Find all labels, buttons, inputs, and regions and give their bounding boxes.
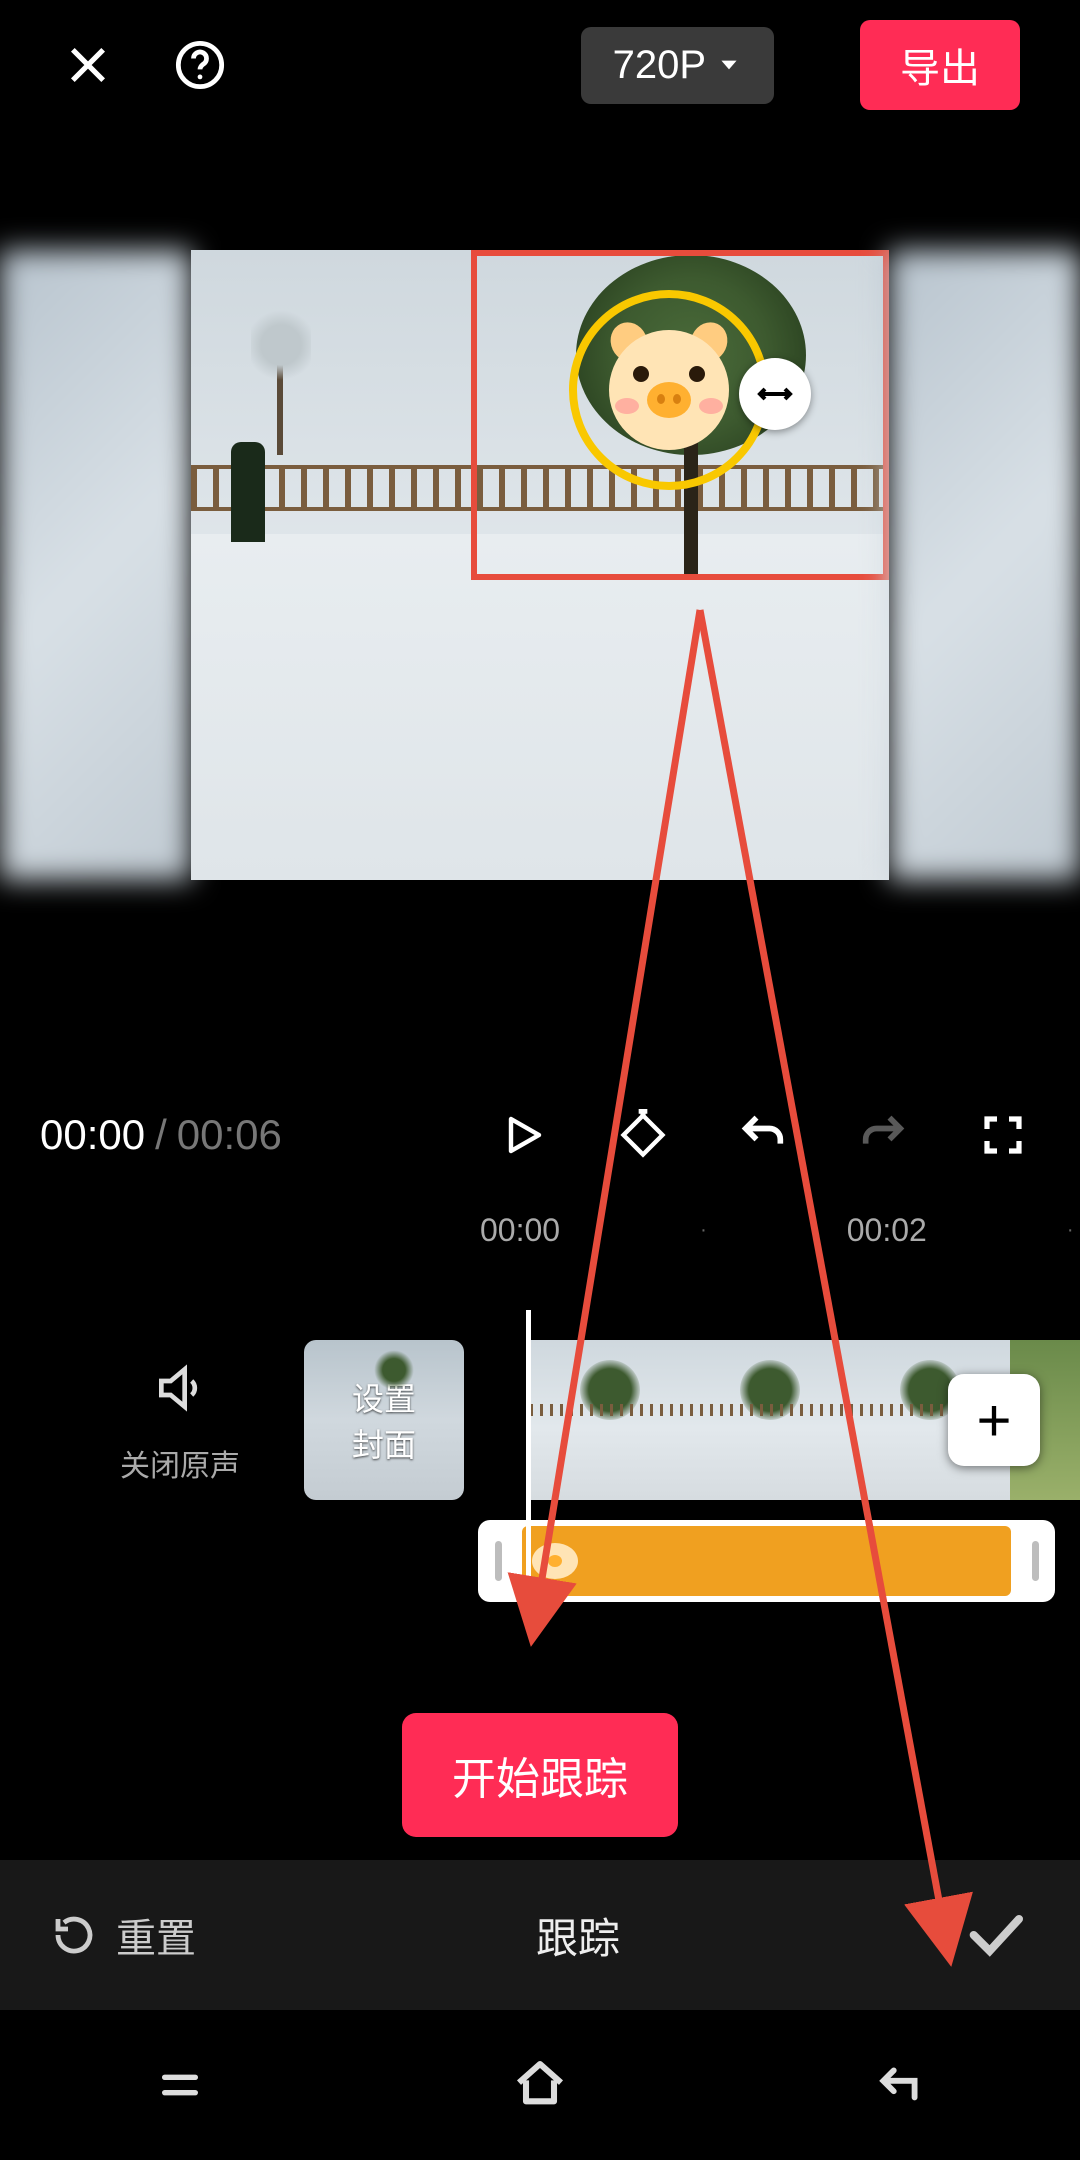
clip-thumb[interactable] <box>530 1340 690 1500</box>
playback-bar: 00:00 / 00:06 <box>0 1070 1080 1200</box>
preview-blur-left <box>0 250 191 880</box>
undo-icon[interactable] <box>736 1108 790 1162</box>
video-preview[interactable] <box>0 250 1080 880</box>
preview-blur-right <box>889 250 1080 880</box>
cover-label-2: 封面 <box>352 1420 416 1466</box>
sticker-clip-body[interactable] <box>522 1526 1011 1596</box>
keyframe-icon[interactable] <box>616 1108 670 1162</box>
confirm-button[interactable] <box>960 1900 1030 1970</box>
sticker-track-clip[interactable] <box>478 1520 1055 1602</box>
check-icon <box>963 1903 1027 1967</box>
preview-main[interactable] <box>191 250 889 880</box>
resolution-button[interactable]: 720P <box>581 27 774 104</box>
timeline-ruler: 00:00 · 00:02 · <box>0 1200 1080 1260</box>
ruler-dot: · <box>1067 1219 1074 1242</box>
help-icon[interactable] <box>172 37 228 93</box>
start-tracking-button[interactable]: 开始跟踪 <box>402 1713 678 1837</box>
pig-sticker-icon <box>532 1543 578 1579</box>
playhead[interactable] <box>526 1310 531 1580</box>
ruler-mark: 00:00 <box>480 1212 560 1249</box>
time-separator: / <box>155 1111 167 1159</box>
action-area: 开始跟踪 <box>0 1690 1080 1860</box>
resize-handle-icon[interactable] <box>739 358 811 430</box>
set-cover-button[interactable]: 设置 封面 <box>304 1340 464 1500</box>
current-time: 00:00 <box>40 1111 145 1159</box>
export-button[interactable]: 导出 <box>860 20 1020 110</box>
nav-home-icon[interactable] <box>500 2055 580 2115</box>
redo-icon[interactable] <box>856 1108 910 1162</box>
timeline[interactable]: 关闭原声 设置 封面 + <box>0 1310 1080 1580</box>
panel-title: 跟踪 <box>196 1905 960 1966</box>
close-icon[interactable] <box>60 37 116 93</box>
clip-thumb[interactable] <box>690 1340 850 1500</box>
mute-audio-button[interactable]: 关闭原声 <box>120 1360 240 1485</box>
play-icon[interactable] <box>496 1108 550 1162</box>
pig-sticker[interactable] <box>599 320 739 460</box>
clip-handle-left[interactable] <box>478 1531 518 1591</box>
reset-button[interactable]: 重置 <box>50 1906 196 1964</box>
nav-menu-icon[interactable] <box>140 2055 220 2115</box>
ruler-mark: 00:02 <box>847 1212 927 1249</box>
resolution-label: 720P <box>613 43 706 88</box>
add-clip-button[interactable]: + <box>948 1374 1040 1466</box>
fullscreen-icon[interactable] <box>976 1108 1030 1162</box>
reset-label: 重置 <box>116 1906 196 1964</box>
top-toolbar: 720P 导出 <box>0 0 1080 130</box>
mute-label: 关闭原声 <box>120 1441 240 1485</box>
ruler-dot: · <box>700 1219 707 1242</box>
chevron-down-icon <box>716 52 742 78</box>
total-time: 00:06 <box>177 1111 282 1159</box>
panel-bottom-bar: 重置 跟踪 <box>0 1860 1080 2010</box>
clip-handle-right[interactable] <box>1015 1531 1055 1591</box>
speaker-icon <box>152 1360 208 1416</box>
nav-back-icon[interactable] <box>860 2055 940 2115</box>
sticker-selection-circle[interactable] <box>569 290 769 490</box>
system-nav-bar <box>0 2010 1080 2160</box>
reset-icon <box>50 1911 98 1959</box>
